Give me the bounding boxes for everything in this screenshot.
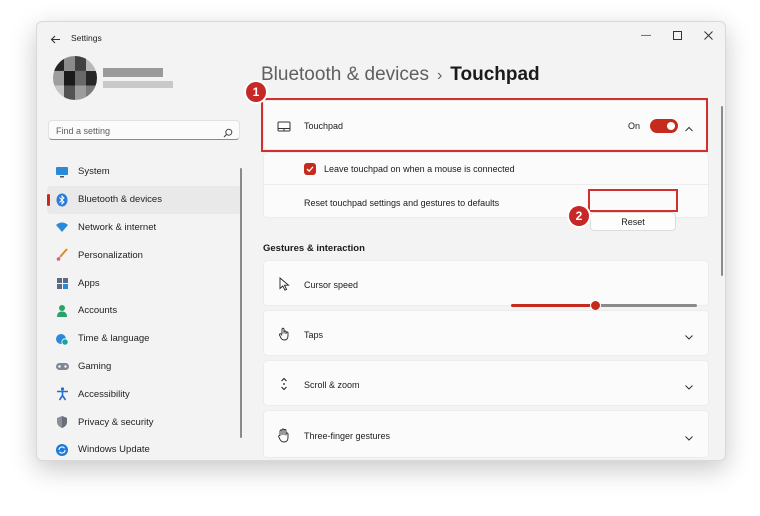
- three-finger-label: Three-finger gestures: [304, 431, 391, 441]
- person-icon: [54, 303, 70, 319]
- step-marker-1: 1: [246, 82, 266, 102]
- wifi-icon: [54, 219, 70, 235]
- leave-on-label: Leave touchpad on when a mouse is connec…: [324, 164, 515, 174]
- taps-label: Taps: [304, 330, 324, 340]
- sidebar-item-label: Personalization: [78, 249, 143, 261]
- content-scrollbar[interactable]: [721, 106, 723, 276]
- cursor-speed-slider-fill: [511, 304, 595, 307]
- sidebar-item-time-language[interactable]: Time & language: [47, 325, 242, 353]
- scroll-zoom-card[interactable]: Scroll & zoom: [263, 360, 709, 406]
- sidebar-item-label: Time & language: [78, 333, 150, 345]
- step-marker-2: 2: [569, 206, 589, 226]
- search-icon[interactable]: [223, 125, 233, 138]
- sidebar-nav: System Bluetooth & devices Network & int…: [47, 158, 242, 460]
- sidebar-item-label: Gaming: [78, 360, 112, 372]
- title-bar: Settings —: [37, 22, 725, 56]
- user-email-blurred: [103, 81, 173, 88]
- active-indicator: [47, 193, 50, 206]
- cursor-speed-slider-track[interactable]: [600, 304, 697, 307]
- user-name-blurred: [103, 68, 163, 77]
- sidebar-item-accessibility[interactable]: Accessibility: [47, 380, 242, 408]
- leave-on-row: Leave touchpad on when a mouse is connec…: [263, 152, 709, 184]
- cursor-icon: [276, 276, 292, 292]
- reset-button[interactable]: Reset: [590, 212, 676, 231]
- sidebar-item-network-internet[interactable]: Network & internet: [47, 214, 242, 242]
- brush-icon: [54, 247, 70, 263]
- breadcrumb-parent[interactable]: Bluetooth & devices: [261, 64, 429, 85]
- sidebar-item-personalization[interactable]: Personalization: [47, 241, 242, 269]
- shield-icon: [54, 414, 70, 430]
- chevron-down-icon[interactable]: [684, 329, 694, 340]
- accessibility-icon: [54, 386, 70, 402]
- highlight-box-touchpad: [261, 98, 708, 152]
- page-title: Touchpad: [450, 64, 540, 85]
- sidebar-item-system[interactable]: System: [47, 158, 242, 186]
- user-profile[interactable]: [53, 56, 173, 100]
- close-button[interactable]: [694, 26, 722, 44]
- sidebar-item-bluetooth-devices[interactable]: Bluetooth & devices: [47, 185, 242, 214]
- scroll-zoom-label: Scroll & zoom: [304, 380, 360, 390]
- sidebar-item-label: Windows Update: [78, 444, 150, 456]
- highlight-box-reset: [588, 189, 678, 212]
- cursor-speed-card: Cursor speed: [263, 260, 709, 306]
- breadcrumb-separator: ›: [436, 67, 443, 84]
- globe-clock-icon: [54, 331, 70, 347]
- sidebar-item-label: Network & internet: [78, 221, 157, 233]
- cursor-speed-label: Cursor speed: [304, 280, 359, 290]
- sidebar-scrollbar[interactable]: [240, 168, 242, 438]
- leave-on-checkbox[interactable]: [304, 163, 316, 175]
- apps-icon: [54, 275, 70, 291]
- breadcrumb: Bluetooth & devices › Touchpad: [261, 64, 540, 86]
- monitor-icon: [54, 164, 70, 180]
- reset-description: Reset touchpad settings and gestures to …: [304, 198, 500, 208]
- scroll-icon: [276, 376, 292, 392]
- sidebar-item-label: System: [78, 166, 110, 178]
- sidebar-item-label: Accounts: [78, 305, 118, 317]
- settings-window: Settings — Find a setting System Bluetoo…: [36, 21, 726, 461]
- sidebar-item-label: Bluetooth & devices: [78, 194, 162, 206]
- gamepad-icon: [54, 358, 70, 374]
- sidebar-item-label: Privacy & security: [78, 416, 154, 428]
- search-placeholder: Find a setting: [56, 126, 111, 136]
- maximize-button[interactable]: [663, 26, 691, 44]
- chevron-down-icon[interactable]: [684, 379, 694, 390]
- sidebar-item-label: Accessibility: [78, 388, 130, 400]
- taps-card[interactable]: Taps: [263, 310, 709, 356]
- sidebar-item-gaming[interactable]: Gaming: [47, 353, 242, 381]
- sidebar-item-windows-update[interactable]: Windows Update: [47, 436, 242, 460]
- tap-hand-icon: [276, 326, 292, 342]
- sidebar-item-privacy-security[interactable]: Privacy & security: [47, 408, 242, 436]
- back-arrow-icon[interactable]: [47, 31, 63, 47]
- update-icon: [54, 442, 70, 458]
- search-input[interactable]: Find a setting: [48, 120, 240, 140]
- section-title-gestures: Gestures & interaction: [263, 243, 365, 254]
- sidebar-item-accounts[interactable]: Accounts: [47, 297, 242, 325]
- chevron-down-icon[interactable]: [684, 430, 694, 441]
- avatar: [53, 56, 97, 100]
- bluetooth-icon: [54, 192, 70, 208]
- minimize-button[interactable]: —: [632, 26, 660, 44]
- sidebar-item-apps[interactable]: Apps: [47, 269, 242, 297]
- three-finger-hand-icon: [276, 427, 292, 443]
- sidebar-item-label: Apps: [78, 277, 100, 289]
- three-finger-card[interactable]: Three-finger gestures: [263, 410, 709, 458]
- app-title: Settings: [71, 33, 102, 43]
